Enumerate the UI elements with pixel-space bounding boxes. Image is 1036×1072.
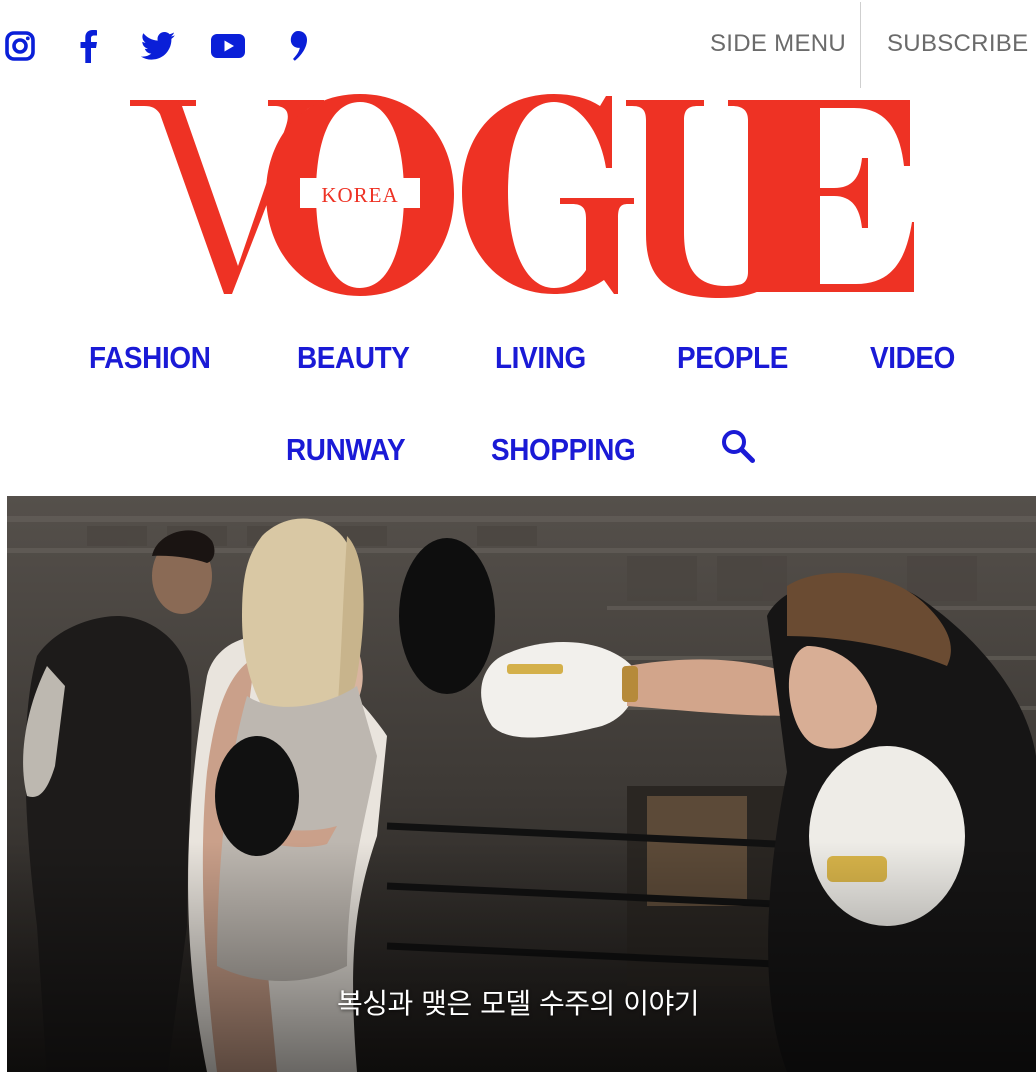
comma-icon[interactable] — [276, 24, 320, 68]
vogue-korea-logo[interactable]: KOREA — [128, 92, 918, 298]
nav-video[interactable]: VIDEO — [870, 340, 955, 376]
facebook-icon[interactable] — [66, 24, 110, 68]
instagram-icon[interactable] — [0, 24, 42, 68]
twitter-icon[interactable] — [136, 24, 180, 68]
nav-beauty[interactable]: BEAUTY — [297, 340, 410, 376]
logo-edition: KOREA — [321, 183, 398, 207]
search-icon[interactable] — [720, 428, 758, 466]
hero-caption[interactable]: 복싱과 맺은 모델 수주의 이야기 — [0, 982, 1036, 1022]
nav-fashion[interactable]: FASHION — [89, 340, 211, 376]
nav-living[interactable]: LIVING — [495, 340, 586, 376]
nav-runway[interactable]: RUNWAY — [286, 432, 406, 468]
nav-shopping[interactable]: SHOPPING — [491, 432, 636, 468]
side-menu-link[interactable]: SIDE MENU — [710, 30, 846, 58]
subscribe-link[interactable]: SUBSCRIBE — [887, 30, 1028, 58]
logo-wordmark: KOREA — [130, 94, 918, 298]
top-bar: SIDE MENU SUBSCRIBE — [0, 0, 1036, 90]
nav-people[interactable]: PEOPLE — [677, 340, 788, 376]
youtube-icon[interactable] — [206, 24, 250, 68]
header-divider — [860, 2, 861, 88]
